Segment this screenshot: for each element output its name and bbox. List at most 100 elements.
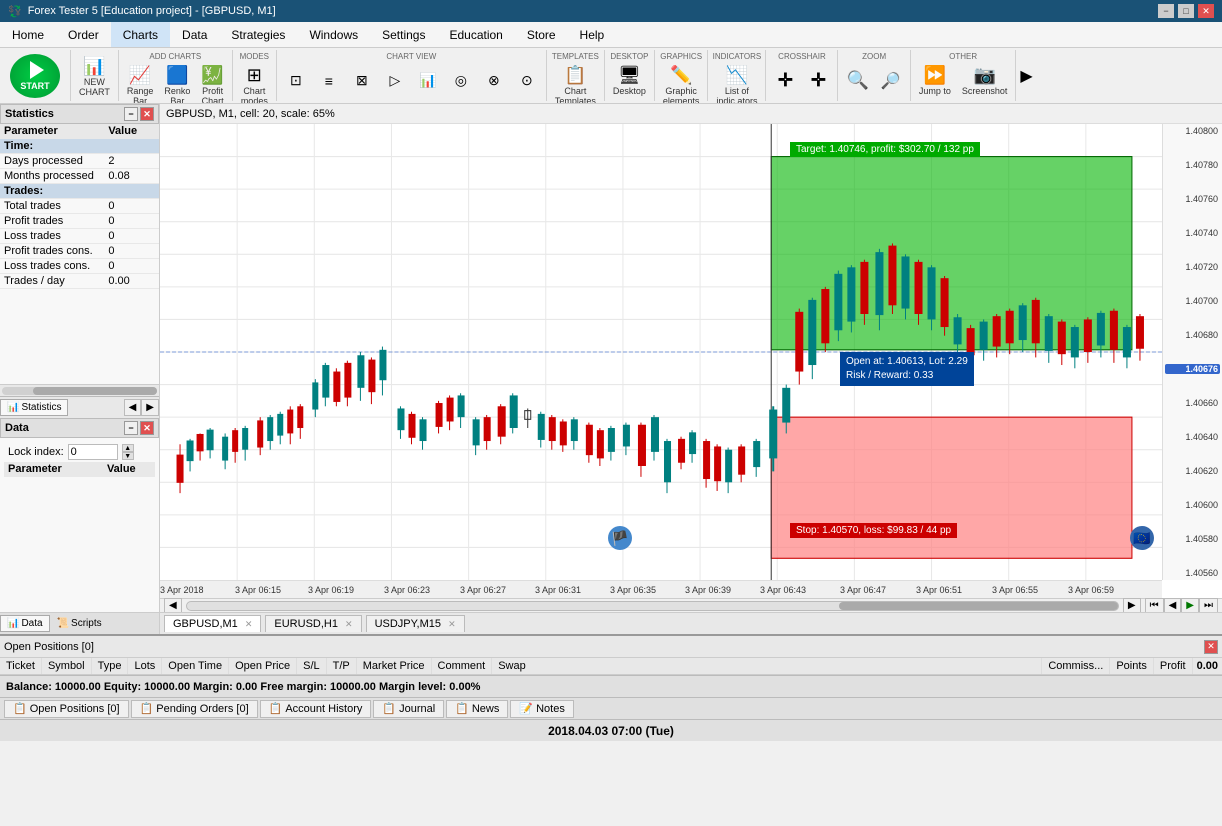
- statistics-scrollbar[interactable]: [0, 384, 159, 396]
- jump-to-button[interactable]: ⏩ Jump to: [914, 62, 956, 99]
- tab-open-positions-label: Open Positions [0]: [30, 703, 120, 715]
- menu-settings[interactable]: Settings: [370, 22, 437, 47]
- statistics-minimize-btn[interactable]: −: [124, 107, 138, 121]
- chart-view-btn-6[interactable]: ◎: [445, 70, 477, 91]
- chart-view-btn-7[interactable]: ⊗: [478, 70, 510, 91]
- chart-view-btn-2[interactable]: ≡: [313, 71, 345, 91]
- tab-news-label: News: [472, 703, 500, 715]
- start-button[interactable]: START: [10, 54, 60, 98]
- range-bar-button[interactable]: 📈 RangeBar: [122, 62, 159, 104]
- menu-data[interactable]: Data: [170, 22, 219, 47]
- nav-prev-btn[interactable]: ◀: [1164, 598, 1182, 613]
- data-tab[interactable]: 📊 Data: [0, 615, 50, 632]
- tab-account-history[interactable]: 📋 Account History: [260, 700, 372, 718]
- price-1.40600: 1.40600: [1165, 500, 1220, 510]
- zoom-in-button[interactable]: 🔍: [841, 67, 873, 94]
- toolbar-scroll-right[interactable]: ▶: [1016, 50, 1036, 101]
- title-bar-controls: − □ ✕: [1158, 4, 1214, 18]
- crosshair-btn-2[interactable]: ✛: [802, 67, 834, 94]
- price-1.40740: 1.40740: [1165, 228, 1220, 238]
- tab-pending-orders[interactable]: 📋 Pending Orders [0]: [131, 700, 258, 718]
- scrollbar-thumb[interactable]: [839, 602, 1118, 610]
- menu-order[interactable]: Order: [56, 22, 111, 47]
- data-tab-label: Data: [21, 618, 42, 629]
- nav-play-btn[interactable]: ▶: [1181, 598, 1199, 613]
- new-chart-button[interactable]: 📊 NEWCHART: [74, 53, 115, 100]
- stat-header-row: Parameter Value: [0, 124, 159, 139]
- chart-modes-label: Chartmodes: [241, 86, 268, 104]
- tab-news[interactable]: 📋 News: [446, 700, 508, 718]
- tab-open-positions[interactable]: 📋 Open Positions [0]: [4, 700, 129, 718]
- statistics-close-btn[interactable]: ✕: [140, 107, 154, 121]
- graphic-elements-button[interactable]: ✏️ Graphicelements: [658, 62, 705, 104]
- maximize-button[interactable]: □: [1178, 4, 1194, 18]
- menu-home[interactable]: Home: [0, 22, 56, 47]
- chart-canvas[interactable]: 1.40800 1.40780 1.40760 1.40740 1.40720 …: [160, 124, 1222, 598]
- chart-tab-usdjpy[interactable]: USDJPY,M15 ✕: [366, 615, 465, 632]
- flag-gbpusd[interactable]: 🏴: [608, 526, 632, 550]
- tab-left-arrow[interactable]: ◀: [124, 399, 142, 416]
- bottom-panel-close-btn[interactable]: ✕: [1204, 640, 1218, 654]
- lock-index-input[interactable]: [68, 444, 118, 460]
- price-1.40680: 1.40680: [1165, 330, 1220, 340]
- scripts-tab-icon: 📜: [57, 618, 69, 629]
- date-bar: 2018.04.03 07:00 (Tue): [0, 719, 1222, 741]
- scripts-tab[interactable]: 📜 Scripts: [50, 615, 109, 632]
- chart-view-btn-4[interactable]: ▷: [379, 70, 411, 91]
- toolbar-group-other: OTHER ⏩ Jump to 📷 Screenshot: [911, 50, 1017, 101]
- menu-store[interactable]: Store: [515, 22, 568, 47]
- tab-right-arrow[interactable]: ▶: [141, 399, 159, 416]
- chart-view-btn-3[interactable]: ⊠: [346, 70, 378, 91]
- chart-templates-button[interactable]: 📋 ChartTemplates: [550, 62, 601, 104]
- statistics-tab[interactable]: 📊 Statistics: [0, 399, 68, 416]
- range-bar-icon: 📈: [129, 65, 151, 86]
- chart-tab-gbpusd-close[interactable]: ✕: [245, 619, 253, 629]
- nav-end-btn[interactable]: ⏭: [1199, 598, 1218, 613]
- menu-education[interactable]: Education: [437, 22, 514, 47]
- renko-bar-button[interactable]: 🟦 RenkoBar: [159, 62, 195, 104]
- profit-chart-button[interactable]: 💹 ProfitChart: [196, 62, 228, 104]
- tab-journal[interactable]: 📋 Journal: [373, 700, 444, 718]
- scroll-left-btn[interactable]: ◀: [164, 598, 182, 613]
- desktop-button[interactable]: 🖥 Desktop: [608, 62, 651, 99]
- screenshot-label: Screenshot: [962, 86, 1008, 96]
- chart-tab-gbpusd[interactable]: GBPUSD,M1 ✕: [164, 615, 261, 632]
- scrollbar-track[interactable]: [186, 601, 1119, 611]
- tab-notes-icon: 📝: [519, 702, 533, 715]
- desktop-btn-label: Desktop: [613, 86, 646, 96]
- data-panel-tabs: 📊 Data 📜 Scripts: [0, 612, 159, 634]
- flag-eu[interactable]: 🇪🇺: [1130, 526, 1154, 550]
- spin-down[interactable]: ▼: [122, 452, 134, 460]
- scroll-right-btn[interactable]: ▶: [1123, 598, 1141, 613]
- chart-view-btn-8[interactable]: ⊙: [511, 70, 543, 91]
- jump-to-icon: ⏩: [924, 65, 946, 86]
- zoom-label: ZOOM: [841, 52, 906, 62]
- crosshair-btn-1[interactable]: ✛: [769, 67, 801, 94]
- chart-tab-usdjpy-close[interactable]: ✕: [448, 619, 456, 629]
- spin-up[interactable]: ▲: [122, 444, 134, 452]
- tab-notes[interactable]: 📝 Notes: [510, 700, 573, 718]
- chart-tab-eurusd[interactable]: EURUSD,H1 ✕: [265, 615, 361, 632]
- screenshot-button[interactable]: 📷 Screenshot: [957, 62, 1013, 99]
- time-label-9: 3 Apr 06:47: [840, 585, 886, 595]
- app-icon: 💱: [8, 5, 22, 18]
- minimize-button[interactable]: −: [1158, 4, 1174, 18]
- zoom-out-button[interactable]: 🔎: [875, 68, 907, 94]
- data-panel-minimize-btn[interactable]: −: [124, 421, 138, 435]
- menu-windows[interactable]: Windows: [297, 22, 370, 47]
- close-button[interactable]: ✕: [1198, 4, 1214, 18]
- time-label-6: 3 Apr 06:35: [610, 585, 656, 595]
- list-indicators-button[interactable]: 📉 List ofindic ators: [711, 62, 762, 104]
- menu-strategies[interactable]: Strategies: [219, 22, 297, 47]
- nav-begin-btn[interactable]: ⏮: [1145, 598, 1164, 613]
- menu-help[interactable]: Help: [568, 22, 617, 47]
- chart-tab-eurusd-close[interactable]: ✕: [345, 619, 353, 629]
- chart-modes-button[interactable]: ⊞ Chartmodes: [236, 62, 273, 104]
- stop-label-text: Stop: 1.40570, loss: $99.83 / 44 pp: [796, 525, 951, 536]
- chart-view-btn-5[interactable]: 📊: [412, 70, 444, 91]
- stat-row-trades-day: Trades / day 0.00: [0, 274, 159, 289]
- menu-charts[interactable]: Charts: [111, 22, 170, 47]
- chart-scrollbar[interactable]: ◀ ▶ ⏮ ◀ ▶ ⏭: [160, 598, 1222, 612]
- chart-view-btn-1[interactable]: ⊡: [280, 70, 312, 91]
- data-panel-close-btn[interactable]: ✕: [140, 421, 154, 435]
